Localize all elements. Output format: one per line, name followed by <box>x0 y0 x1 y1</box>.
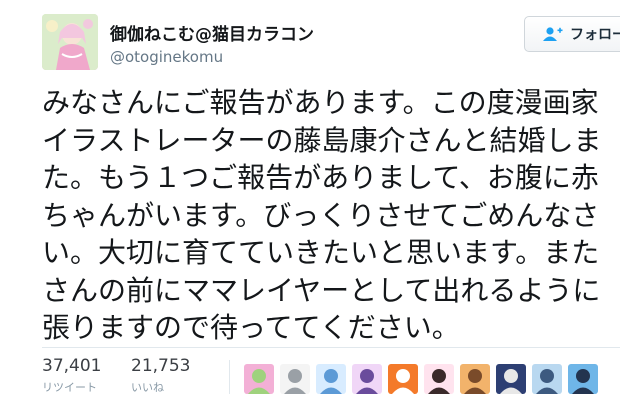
liker-avatar[interactable] <box>568 364 598 394</box>
like-stat[interactable]: 21,753 いいね <box>131 356 190 395</box>
liker-avatar[interactable] <box>460 364 490 394</box>
liker-avatar[interactable] <box>280 364 310 394</box>
liker-avatar[interactable] <box>496 364 526 394</box>
liker-avatar[interactable] <box>316 364 346 394</box>
avatar[interactable] <box>42 14 98 70</box>
liker-avatar[interactable] <box>532 364 562 394</box>
tweet-line: ちゃんがいます。びっくりさせてごめんなさ <box>42 198 600 232</box>
liker-avatar[interactable] <box>424 364 454 394</box>
like-label: いいね <box>131 381 164 394</box>
handle[interactable]: @otoginekomu <box>110 48 223 66</box>
retweet-stat[interactable]: 37,401 リツイート <box>42 356 101 395</box>
like-count: 21,753 <box>131 356 191 376</box>
stats-separator <box>229 360 230 394</box>
liker-avatar-image <box>388 364 418 394</box>
tweet-line: みなさんにご報告があります。この度漫画家 <box>42 86 599 119</box>
liker-avatar-image <box>424 364 454 394</box>
liker-avatar-image <box>496 364 526 394</box>
avatar-image <box>42 14 98 70</box>
liker-avatar-image <box>460 364 490 394</box>
liker-avatar[interactable] <box>352 364 382 394</box>
liker-avatar-image <box>244 364 274 394</box>
display-name[interactable]: 御伽ねこむ@猫目カラコン <box>110 20 314 45</box>
stats-divider <box>42 347 620 348</box>
tweet-text: みなさんにご報告があります。この度漫画家 イラストレーターの藤島康介さんと結婚し… <box>42 84 602 347</box>
tweet-line: 張りますので待っててください。 <box>42 311 460 344</box>
tweet-line: い。大切に育てていきたいと思います。また <box>42 236 600 269</box>
liker-avatar-image <box>352 364 382 394</box>
retweet-label: リツイート <box>42 381 97 394</box>
liker-avatar[interactable] <box>244 364 274 394</box>
tweet-line: さんの前にママレイヤーとして出れるように <box>42 273 601 307</box>
liker-avatar-image <box>316 364 346 394</box>
add-user-icon <box>543 27 563 41</box>
tweet-line: た。もう１つご報告がありまして、お腹に赤 <box>42 161 599 194</box>
liker-avatar-image <box>568 364 598 394</box>
follow-button[interactable]: フォロー <box>524 16 620 52</box>
liker-avatar-image <box>280 364 310 394</box>
follow-button-label: フォロー <box>570 27 620 43</box>
liker-avatar-image <box>532 364 562 394</box>
tweet-line: イラストレーターの藤島康介さんと結婚しま <box>42 123 602 157</box>
liker-avatar[interactable] <box>388 364 418 394</box>
retweet-count: 37,401 <box>42 356 102 376</box>
